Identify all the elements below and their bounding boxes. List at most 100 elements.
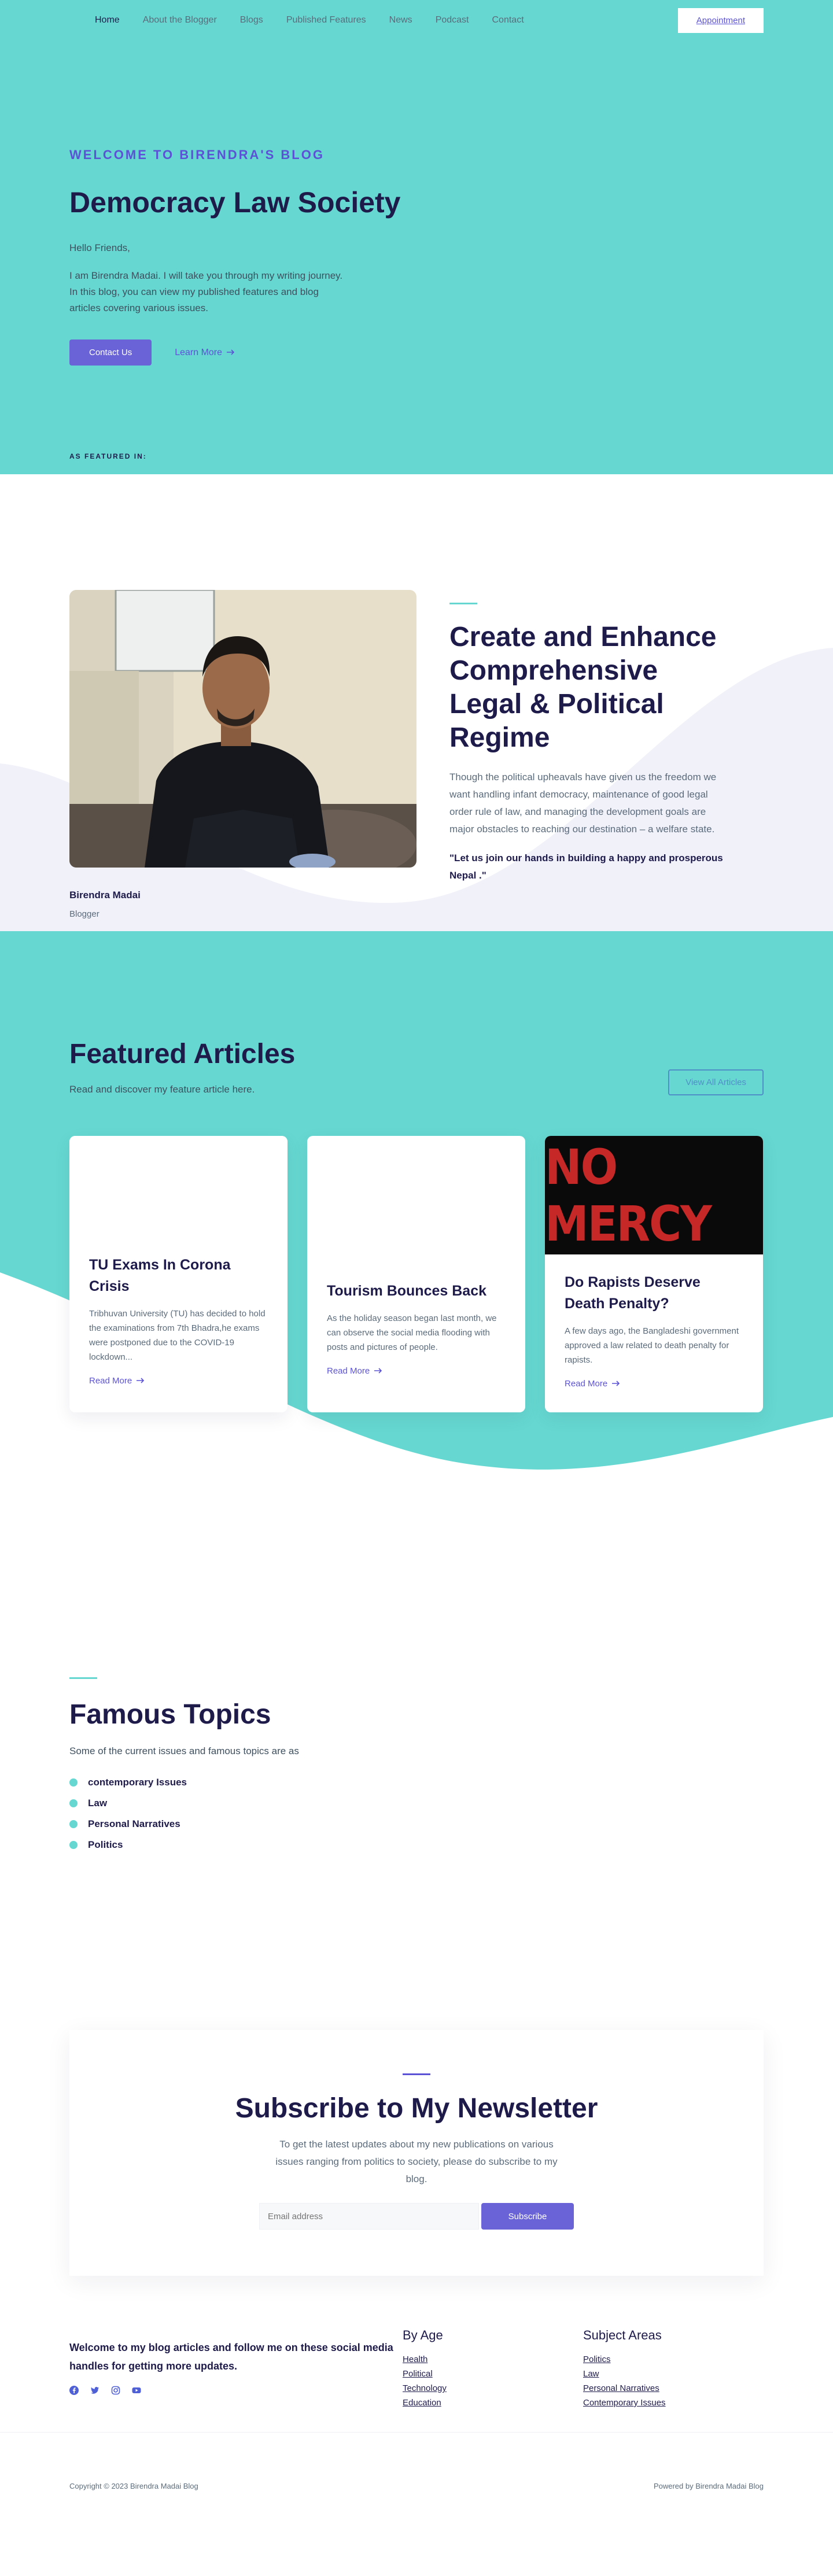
newsletter-description: To get the latest updates about my new p… [275, 2139, 558, 2184]
articles-title: Featured Articles [69, 1039, 296, 1069]
bullet-icon [69, 1820, 78, 1828]
blogger-photo [69, 590, 417, 868]
footer-tagline: Welcome to my blog articles and follow m… [69, 2342, 393, 2372]
footer-bottom-bar: Copyright © 2023 Birendra Madai Blog Pow… [0, 2432, 833, 2490]
nav-link-about[interactable]: About the Blogger [131, 15, 228, 25]
nav-link-news[interactable]: News [378, 15, 424, 25]
appointment-button[interactable]: Appointment [677, 8, 764, 33]
about-content: Create and Enhance Comprehensive Legal &… [449, 590, 727, 919]
article-excerpt: As the holiday season began last month, … [327, 1313, 497, 1352]
about-section: Birendra Madai Blogger Create and Enhanc… [0, 474, 833, 931]
accent-divider [449, 603, 477, 604]
blogger-role: Blogger [69, 909, 99, 919]
nav-link-podcast[interactable]: Podcast [424, 15, 481, 25]
topics-subtitle: Some of the current issues and famous to… [69, 1745, 299, 1756]
article-excerpt: A few days ago, the Bangladeshi governme… [565, 1326, 739, 1365]
article-title[interactable]: Do Rapists Deserve Death Penalty? [565, 1272, 743, 1315]
about-profile: Birendra Madai Blogger [69, 590, 417, 919]
footer-column-title: Subject Areas [583, 2328, 662, 2342]
about-description: Though the political upheavals have give… [449, 772, 717, 835]
nav-link-home[interactable]: Home [83, 15, 131, 25]
read-more-link[interactable]: Read More [89, 1376, 145, 1386]
article-card[interactable]: TU Exams In Corona Crisis Tribhuvan Univ… [69, 1136, 288, 1412]
featured-in-label: AS FEATURED IN: [69, 452, 147, 460]
arrow-right-icon [227, 348, 235, 358]
about-quote: "Let us join our hands in building a hap… [449, 852, 723, 881]
famous-topics-section: Famous Topics Some of the current issues… [0, 1527, 833, 1984]
social-links [69, 2386, 403, 2395]
accent-divider [69, 1677, 97, 1679]
list-item: Law [69, 1798, 764, 1809]
footer-intro: Welcome to my blog articles and follow m… [69, 2328, 403, 2432]
article-image [307, 1162, 525, 1280]
topic-label: Law [88, 1798, 108, 1809]
read-more-label: Read More [327, 1366, 370, 1376]
footer-link-law[interactable]: Law [583, 2369, 599, 2379]
newsletter-card: Subscribe to My Newsletter To get the la… [69, 2030, 764, 2276]
hero-section: WELCOME TO BIRENDRA'S BLOG Democracy Law… [0, 0, 833, 474]
footer-link-political[interactable]: Political [403, 2369, 433, 2379]
learn-more-label: Learn More [175, 347, 223, 357]
read-more-label: Read More [89, 1376, 132, 1386]
topics-title: Famous Topics [69, 1699, 271, 1730]
nav-link-blogs[interactable]: Blogs [228, 15, 275, 25]
nav-links: Home About the Blogger Blogs Published F… [83, 15, 536, 25]
instagram-icon[interactable] [111, 2386, 120, 2395]
copyright-text: Copyright © 2023 Birendra Madai Blog [69, 2482, 198, 2490]
footer: Welcome to my blog articles and follow m… [0, 2276, 833, 2490]
powered-by-text: Powered by Birendra Madai Blog [653, 2482, 764, 2490]
nav-link-published-features[interactable]: Published Features [275, 15, 378, 25]
topic-label: Politics [88, 1839, 123, 1850]
article-excerpt: Tribhuvan University (TU) has decided to… [89, 1309, 266, 1362]
read-more-label: Read More [565, 1379, 608, 1389]
article-card[interactable]: Tourism Bounces Back As the holiday seas… [307, 1136, 525, 1412]
top-nav: Home About the Blogger Blogs Published F… [0, 0, 833, 40]
email-field[interactable] [259, 2203, 479, 2230]
view-all-articles-button[interactable]: View All Articles [668, 1069, 764, 1095]
accent-divider [403, 2073, 430, 2075]
footer-link-contemporary-issues[interactable]: Contemporary Issues [583, 2398, 666, 2408]
blogger-name: Birendra Madai [69, 890, 141, 901]
youtube-icon[interactable] [132, 2386, 141, 2395]
topic-label: Personal Narratives [88, 1818, 180, 1829]
footer-link-personal-narratives[interactable]: Personal Narratives [583, 2383, 659, 2393]
footer-link-education[interactable]: Education [403, 2398, 441, 2408]
list-item: Politics [69, 1839, 764, 1851]
footer-link-technology[interactable]: Technology [403, 2383, 447, 2393]
bullet-icon [69, 1799, 78, 1807]
subscribe-button[interactable]: Subscribe [481, 2203, 574, 2230]
topic-label: contemporary Issues [88, 1777, 187, 1788]
hero-greeting: Hello Friends, [69, 242, 130, 253]
footer-column-title: By Age [403, 2328, 443, 2342]
footer-subject-areas: Subject Areas Politics Law Personal Narr… [583, 2328, 764, 2432]
article-cards: TU Exams In Corona Crisis Tribhuvan Univ… [69, 1136, 764, 1412]
arrow-right-icon [137, 1376, 145, 1386]
article-image: NO MERCY [545, 1136, 763, 1254]
newsletter-form: Subscribe [69, 2203, 764, 2230]
read-more-link[interactable]: Read More [565, 1379, 620, 1389]
hero-description: I am Birendra Madai. I will take you thr… [69, 270, 343, 313]
article-title[interactable]: Tourism Bounces Back [327, 1280, 506, 1302]
arrow-right-icon [374, 1366, 382, 1376]
nav-link-contact[interactable]: Contact [481, 15, 536, 25]
read-more-link[interactable]: Read More [327, 1366, 382, 1376]
footer-link-politics[interactable]: Politics [583, 2354, 611, 2364]
article-card[interactable]: NO MERCY Do Rapists Deserve Death Penalt… [545, 1136, 763, 1412]
list-item: Personal Narratives [69, 1818, 764, 1830]
article-image [69, 1136, 288, 1254]
learn-more-link[interactable]: Learn More [175, 348, 235, 358]
hero-eyebrow: WELCOME TO BIRENDRA'S BLOG [69, 147, 325, 162]
twitter-icon[interactable] [90, 2386, 99, 2395]
featured-articles-section: Featured Articles Read and discover my f… [0, 931, 833, 1527]
list-item: contemporary Issues [69, 1777, 764, 1788]
newsletter-title: Subscribe to My Newsletter [235, 2093, 598, 2124]
arrow-right-icon [612, 1379, 620, 1389]
bullet-icon [69, 1778, 78, 1787]
topic-list: contemporary Issues Law Personal Narrati… [69, 1777, 764, 1851]
footer-link-health[interactable]: Health [403, 2354, 427, 2364]
facebook-icon[interactable] [69, 2386, 79, 2395]
hero-title: Democracy Law Society [69, 186, 401, 219]
article-title[interactable]: TU Exams In Corona Crisis [89, 1254, 268, 1297]
bullet-icon [69, 1841, 78, 1849]
contact-us-button[interactable]: Contact Us [69, 339, 152, 366]
